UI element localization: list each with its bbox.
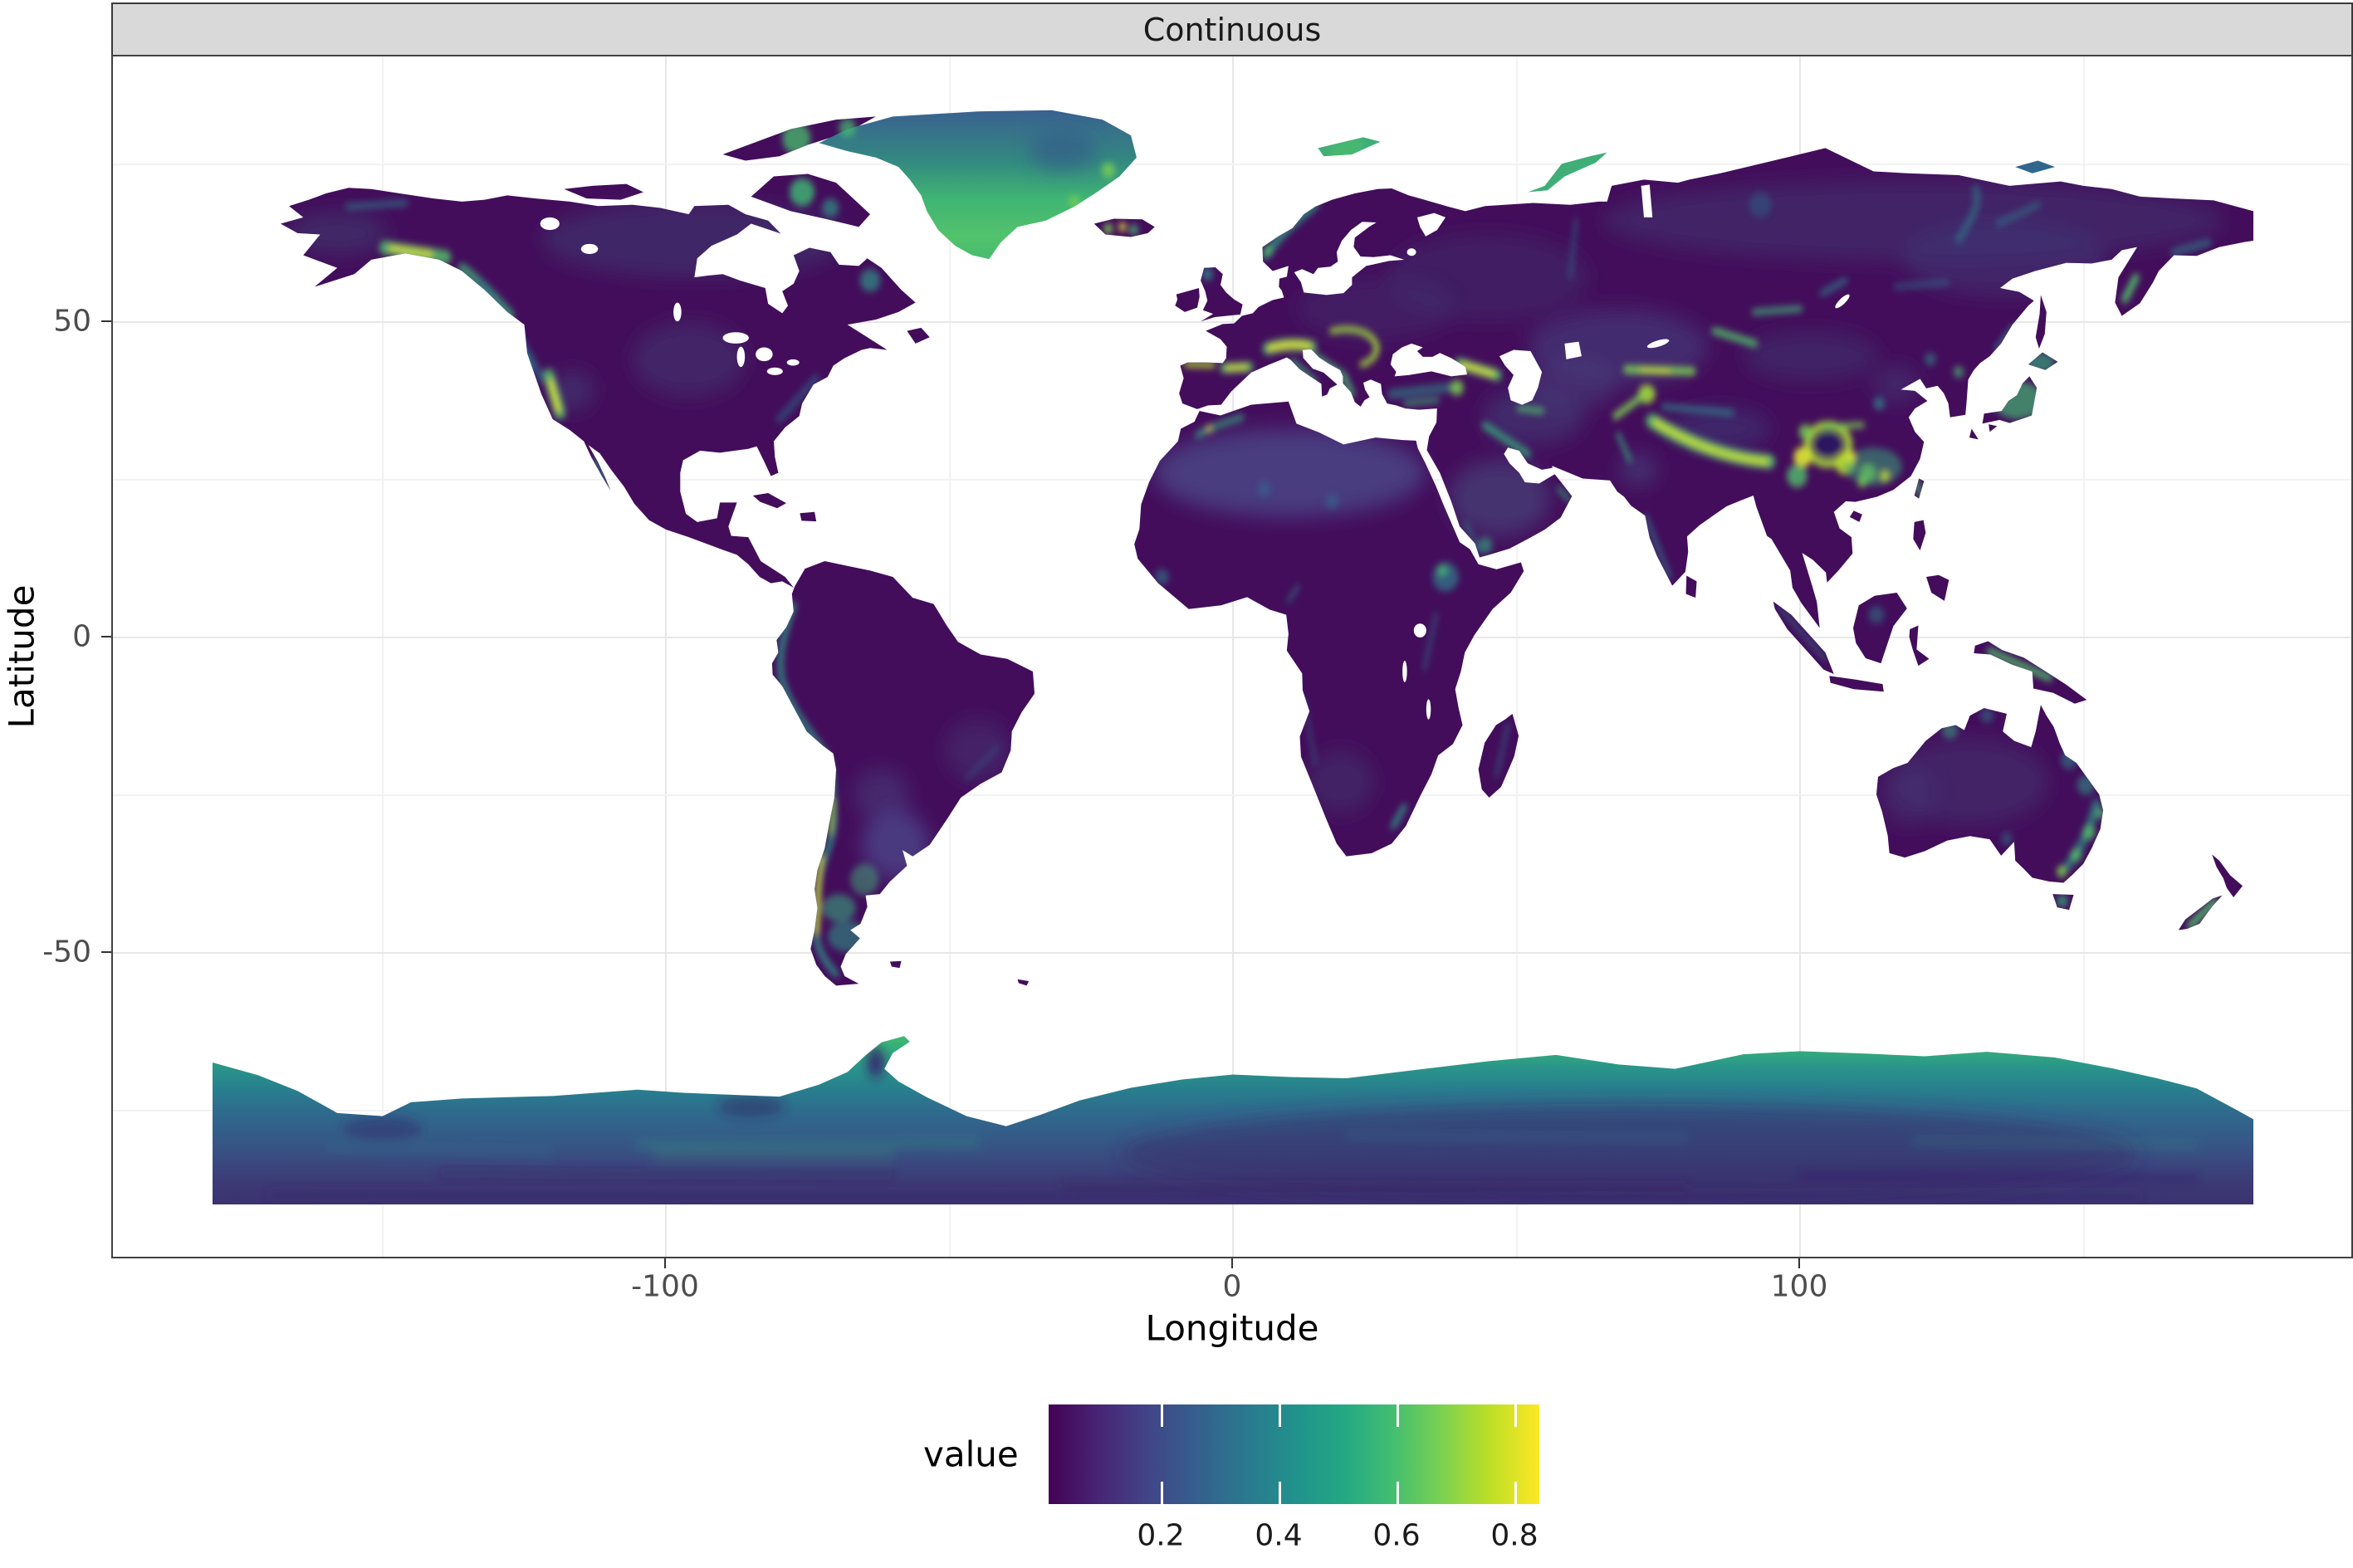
legend-tick-label: 0.6 — [1372, 1518, 1421, 1553]
legend-colorbar — [1049, 1404, 1539, 1504]
legend-tick — [1514, 1482, 1517, 1504]
legend-tick — [1279, 1482, 1281, 1504]
great-slave-lake — [580, 243, 599, 254]
legend-tick — [1279, 1404, 1281, 1427]
y-tick-mark — [101, 636, 111, 637]
lake-winnipeg — [673, 302, 682, 322]
landmass-madagascar — [1478, 713, 1519, 798]
x-tick-mark — [664, 1258, 666, 1268]
landmass-sri-lanka — [1685, 575, 1697, 598]
landmass-sakhalin — [2035, 295, 2047, 349]
x-tick-mark — [1231, 1258, 1233, 1268]
lake-tanganyika — [1402, 661, 1407, 682]
lake-ontario — [786, 359, 800, 366]
plot-panel — [111, 55, 2353, 1258]
legend-tick — [1161, 1404, 1163, 1427]
landmass-sulawesi — [1909, 625, 1930, 667]
landmass-java — [1829, 676, 1884, 692]
y-axis-tick-label: 50 — [53, 304, 91, 339]
landmass-new-siberian-islands — [2015, 160, 2056, 173]
y-tick-mark — [101, 320, 111, 322]
landmass-luzon — [1913, 520, 1926, 551]
lake-huron — [756, 347, 773, 362]
lake-ladoga — [1406, 248, 1416, 256]
y-axis-title: Latitude — [1, 584, 42, 729]
x-axis-tick-label: -100 — [631, 1269, 699, 1304]
lake-malawi — [1426, 699, 1431, 720]
x-axis-tick-label: 100 — [1770, 1269, 1828, 1304]
landmass-kyushu — [1969, 428, 1979, 440]
y-axis-tick-label: -50 — [42, 935, 91, 970]
lake-erie — [766, 367, 783, 375]
facet-strip: Continuous — [111, 2, 2353, 56]
legend-tick — [1161, 1482, 1163, 1504]
landmass-south-georgia — [1017, 979, 1030, 986]
landmass-mindanao — [1926, 574, 1949, 601]
gulf-of-st-lawrence — [867, 325, 896, 341]
legend-tick — [1397, 1482, 1399, 1504]
legend-tick-label: 0.4 — [1255, 1518, 1303, 1553]
world-map-raster — [213, 110, 2253, 1204]
landmass-hispaniola — [800, 511, 817, 522]
legend-title: value — [923, 1434, 1019, 1475]
x-tick-mark — [1798, 1258, 1800, 1268]
legend-tick-label: 0.2 — [1137, 1518, 1185, 1553]
lake-superior — [722, 332, 749, 344]
great-bear-lake — [540, 217, 560, 231]
landmass-victoria-island — [564, 183, 643, 200]
landmass-cuba — [752, 492, 786, 509]
landmass-borneo — [1852, 593, 1907, 664]
y-tick-mark — [101, 951, 111, 953]
legend-tick — [1397, 1404, 1399, 1427]
figure: Continuous -100 0 100 50 0 -50 Longitude… — [0, 0, 2353, 1568]
x-axis-tick-label: 0 — [1222, 1269, 1242, 1304]
x-axis-title: Longitude — [1145, 1307, 1319, 1349]
landmass-newfoundland — [907, 327, 930, 344]
facet-strip-label: Continuous — [1142, 11, 1322, 48]
landmass-ireland — [1175, 288, 1200, 312]
lake-michigan — [736, 346, 746, 367]
legend-tick-label: 0.8 — [1490, 1518, 1538, 1553]
landmass-hainan — [1849, 510, 1862, 522]
legend-tick — [1514, 1404, 1517, 1427]
landmass-nz-north — [2212, 854, 2243, 897]
landmass-greenland — [819, 110, 1137, 260]
aral-sea — [1564, 341, 1582, 359]
landmass-shikoku — [1989, 424, 1998, 432]
lake-victoria — [1413, 623, 1426, 637]
landmass-falklands — [889, 960, 902, 969]
